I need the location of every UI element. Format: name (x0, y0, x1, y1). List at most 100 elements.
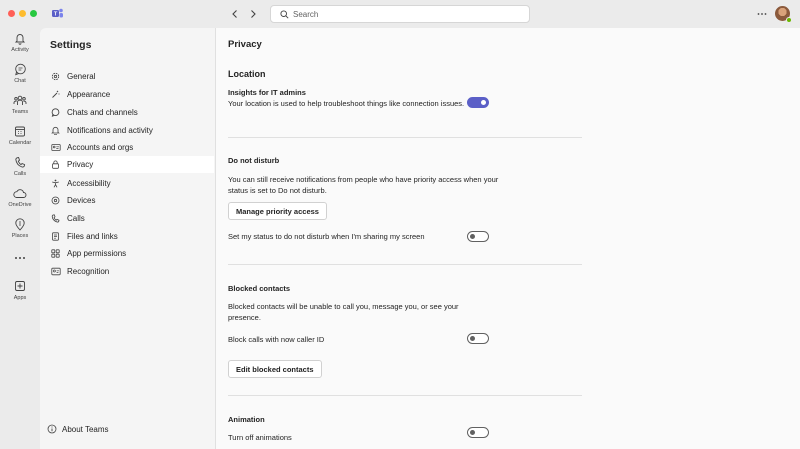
animation-toggle[interactable] (467, 427, 489, 438)
settings-nav: Settings General Appearance Chats and ch… (40, 28, 216, 449)
nav-item-label: Chats and channels (67, 108, 138, 117)
privacy-panel: Privacy Location Insights for IT admins … (216, 28, 800, 449)
rail-label: Places (11, 233, 29, 239)
nav-item-label: Appearance (67, 90, 111, 99)
search-box[interactable] (270, 5, 530, 23)
nav-item-appearance[interactable]: Appearance (40, 86, 214, 103)
nav-item-files-and-links[interactable]: Files and links (40, 228, 214, 245)
window-maximize-button[interactable] (30, 10, 37, 17)
rail-item-places[interactable]: Places (0, 218, 40, 246)
block-calls-label: Block calls with now caller ID (228, 335, 325, 344)
lock-icon (52, 160, 59, 169)
rail-item-teams[interactable]: Teams (0, 94, 40, 122)
nav-item-label: Recognition (67, 267, 110, 276)
rail-label: Apps (13, 295, 27, 301)
devices-icon (51, 196, 60, 205)
teams-icon (13, 95, 27, 105)
nav-item-accessibility[interactable]: Accessibility (40, 175, 214, 192)
insights-toggle[interactable] (467, 97, 489, 108)
back-arrow-icon[interactable] (229, 8, 241, 20)
calendar-icon (15, 126, 25, 137)
forward-arrow-icon[interactable] (247, 8, 259, 20)
dnd-heading: Do not disturb (228, 156, 280, 165)
nav-item-label: Accounts and orgs (67, 143, 134, 152)
nav-item-app-permissions[interactable]: App permissions (40, 245, 214, 262)
blocked-heading: Blocked contacts (228, 284, 291, 293)
rail-label: OneDrive (8, 202, 32, 208)
cloud-icon (13, 189, 27, 198)
nav-item-label: Calls (67, 214, 85, 223)
nav-item-notifications[interactable]: Notifications and activity (40, 122, 214, 139)
location-heading: Location (228, 69, 266, 79)
more-horizontal-icon (15, 257, 25, 259)
about-teams-label: About Teams (62, 425, 109, 434)
window-minimize-button[interactable] (19, 10, 26, 17)
wand-icon (52, 90, 60, 98)
search-icon (280, 10, 289, 19)
section-divider (228, 264, 582, 265)
chat-bubble-icon (51, 108, 60, 117)
rail-label: Chat (14, 78, 26, 84)
info-icon (47, 424, 57, 434)
chat-icon (14, 63, 26, 76)
app-rail: Activity Chat Teams Calendar Calls OneDr… (0, 28, 40, 449)
nav-item-general[interactable]: General (40, 68, 214, 85)
nav-item-recognition[interactable]: Recognition (40, 263, 214, 280)
nav-item-label: Accessibility (67, 179, 111, 188)
toggle-knob (470, 430, 475, 435)
toggle-knob (470, 234, 475, 239)
title-bar: T (0, 0, 800, 28)
nav-item-label: App permissions (67, 249, 127, 258)
avatar[interactable] (775, 6, 792, 23)
bell-icon (14, 34, 26, 45)
window-close-button[interactable] (8, 10, 15, 17)
insights-description: Your location is used to help troublesho… (228, 99, 465, 108)
rail-item-chat[interactable]: Chat (0, 63, 40, 91)
nav-item-privacy[interactable]: Privacy (40, 156, 214, 173)
dnd-sharing-label: Set my status to do not disturb when I'm… (228, 232, 425, 241)
gear-icon (51, 72, 60, 81)
toggle-knob (481, 100, 486, 105)
more-options-icon[interactable] (756, 8, 768, 20)
search-input[interactable] (293, 7, 523, 21)
nav-item-label: General (67, 72, 96, 81)
about-teams-link[interactable]: About Teams (40, 421, 214, 438)
nav-item-devices[interactable]: Devices (40, 192, 214, 209)
rail-label: Activity (11, 47, 29, 53)
rail-label: Teams (11, 109, 29, 115)
block-calls-toggle[interactable] (467, 333, 489, 344)
dnd-sharing-toggle[interactable] (467, 231, 489, 242)
app-permissions-icon (51, 249, 60, 258)
teams-logo-icon: T (52, 8, 63, 18)
bell-icon (51, 126, 60, 135)
rail-label: Calls (13, 171, 27, 177)
settings-title: Settings (50, 39, 92, 51)
rail-item-apps[interactable]: Apps (0, 280, 40, 308)
phone-icon (15, 156, 26, 168)
nav-item-label: Notifications and activity (67, 126, 153, 135)
id-card-icon (51, 144, 61, 151)
toggle-knob (470, 336, 475, 341)
presence-badge (786, 17, 792, 23)
rail-item-onedrive[interactable]: OneDrive (0, 187, 40, 215)
section-divider (228, 137, 582, 138)
add-app-icon (15, 281, 25, 291)
rail-item-calls[interactable]: Calls (0, 156, 40, 184)
rail-item-activity[interactable]: Activity (0, 32, 40, 60)
accessibility-icon (52, 179, 59, 188)
rail-item-calendar[interactable]: Calendar (0, 125, 40, 153)
nav-item-accounts-and-orgs[interactable]: Accounts and orgs (40, 139, 214, 156)
manage-priority-access-button[interactable]: Manage priority access (228, 202, 327, 220)
nav-item-label: Privacy (67, 160, 94, 169)
edit-blocked-contacts-button[interactable]: Edit blocked contacts (228, 360, 322, 378)
dnd-description: You can still receive notifications from… (228, 175, 499, 195)
rail-label: Calendar (8, 140, 32, 146)
link-icon (52, 232, 59, 241)
nav-item-chats-and-channels[interactable]: Chats and channels (40, 104, 214, 121)
phone-icon (51, 214, 60, 223)
rail-more-button[interactable] (0, 254, 40, 266)
nav-item-calls[interactable]: Calls (40, 210, 214, 227)
blocked-description: Blocked contacts will be unable to call … (228, 302, 459, 322)
section-divider (228, 395, 582, 396)
animation-label: Turn off animations (228, 433, 292, 442)
